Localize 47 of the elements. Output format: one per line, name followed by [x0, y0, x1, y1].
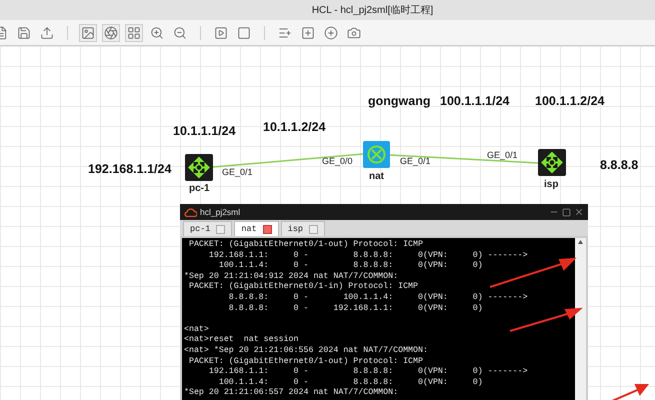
port-label: GE_0/1 [222, 167, 253, 177]
console-line: 8.8.8.8: 0 - 192.168.1.1: 0(VPN: 0) [228, 304, 484, 314]
console-line: PACKET: (GigabitEthernet0/1-in) Protocol: ICMP [188, 282, 418, 293]
maximize-icon[interactable] [562, 208, 571, 216]
address-label: gongwang [368, 94, 430, 108]
circle-plus-icon[interactable] [322, 24, 340, 42]
console-line: <nat> [184, 324, 210, 336]
console-line: PACKET: (GigabitEthernet0/1-out) Protocol: ICMP [188, 356, 424, 367]
console-line: PACKET: (GigabitEthernet0/1-out) Protocol: ICMP [188, 240, 424, 251]
terminal-tab[interactable]: pc-1 [183, 221, 232, 236]
console-line: 100.1.1.4: 0 - 8.8.8.8: 0(VPN: 0) [218, 261, 484, 272]
port-label: GE_0/1 [400, 156, 431, 166]
address-label: 10.1.1.1/24 [173, 124, 236, 138]
window-title: HCL - hcl_pj2sml[临时工程] [312, 4, 434, 17]
console-line: 192.168.1.1: 0 - 8.8.8.8: 0(VPN: 0) -------> [208, 250, 529, 261]
tab-close-icon[interactable] [262, 224, 272, 234]
switch-icon[interactable] [363, 141, 390, 168]
device-name: pc-1 [189, 183, 210, 194]
annotation-arrow [612, 384, 648, 400]
terminal-tab[interactable]: nat [234, 221, 279, 236]
cloud-icon [184, 208, 197, 216]
aperture-icon[interactable] [102, 24, 120, 42]
annotation-arrow [510, 308, 582, 332]
close-icon[interactable] [574, 207, 584, 217]
device-name: isp [544, 179, 558, 190]
address-label: 100.1.1.2/24 [535, 94, 605, 108]
console-line: <nat> *Sep 20 21:21:06:556 2024 nat NAT/7/COMMON: [184, 346, 429, 357]
image-icon[interactable] [79, 24, 97, 42]
console-line: 100.1.1.4: 0 - 8.8.8.8: 0(VPN: 0) [218, 378, 484, 388]
address-label: 100.1.1.1/24 [440, 94, 510, 108]
console-line: <nat>reset nat session [184, 335, 300, 346]
console-line: 8.8.8.8: 0 - 100.1.1.4: 0(VPN: 0) -------> [228, 292, 529, 304]
console-line: 192.168.1.1: 0 - 8.8.8.8: 0(VPN: 0) -------> [208, 367, 529, 378]
router-icon[interactable] [538, 149, 566, 176]
terminal-title: hcl_pj2sml [200, 207, 242, 217]
port-label: GE_0/1 [487, 150, 518, 160]
address-label: 10.1.1.2/24 [263, 120, 326, 134]
port-label: GE_0/0 [322, 156, 353, 166]
device-name: nat [369, 171, 384, 182]
router-icon[interactable] [185, 154, 213, 181]
terminal-tab[interactable]: isp [280, 221, 326, 236]
console-line: *Sep 20 21:21:06:557 2024 nat NAT/7/COMMON: [184, 388, 400, 399]
grid-icon[interactable] [125, 24, 143, 42]
address-label: 8.8.8.8 [600, 158, 638, 172]
address-label: 192.168.1.1/24 [88, 162, 172, 176]
console-line: *Sep 20 21:21:04:912 2024 nat NAT/7/COMMON: [184, 272, 400, 282]
scroll-up-icon[interactable] [578, 240, 583, 244]
